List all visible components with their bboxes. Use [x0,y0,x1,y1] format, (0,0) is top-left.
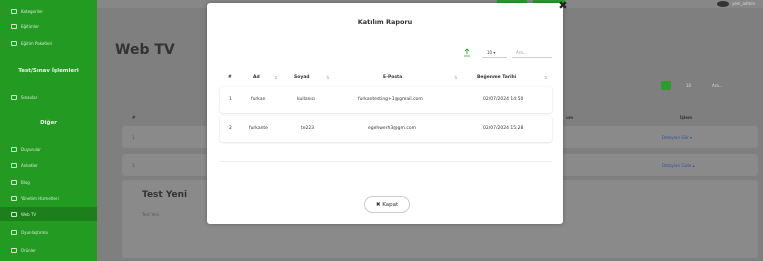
cell-soyad: te223 [301,126,315,131]
table-row: 2 furkante te223 egehwerh3@gm.com 02/07/… [220,116,552,142]
survey-icon [11,162,17,168]
bg-card-title: Test Yeni [142,190,188,200]
sidebar-item-label: Eğitim Paketleri [21,40,53,46]
bg-search[interactable]: Ara... [712,83,723,88]
table-row: 1 furkan kullanıcı furkantesting+1@gmail… [220,87,552,113]
modal-title: Katılım Raporu [357,18,413,26]
col-header-num: # [228,75,232,80]
training-icon [11,23,17,29]
blog-icon [11,179,17,185]
sidebar-section-tests: Test/Sınav İşlemleri [18,68,79,74]
search-input[interactable]: Ara... [512,48,552,58]
sidebar-item-label: Kategoriler [21,8,43,14]
sidebar-item-trainings[interactable]: Eğitimler [0,19,97,33]
sort-icon[interactable]: ⇅ [544,72,547,84]
sidebar-item-label: Yönetim Hizmetleri [21,195,59,201]
sidebar-item-announcements[interactable]: Duyurular [0,142,97,156]
sidebar-item-exams[interactable]: Sınavlar [0,90,97,104]
bg-header-um: um [566,115,574,120]
bg-header-islem: İşlem [680,115,693,120]
package-icon [11,40,17,46]
col-header-email[interactable]: E-Posta [383,72,402,84]
sidebar-item-label: Sınavlar [21,94,38,100]
sidebar-item-label: Web TV [21,211,37,217]
sort-icon[interactable]: ⇅ [326,72,329,84]
cell-soyad: kullanıcı [297,97,316,102]
sidebar-item-label: Duyurular [21,146,41,152]
cell-email: furkantesting+1@gmail.com [358,97,423,102]
sidebar-item-blog[interactable]: Blog [0,175,97,189]
avatar[interactable] [717,1,729,7]
tv-icon [11,211,17,217]
sidebar: Kategoriler Eğitimler Eğitim Paketleri T… [0,0,97,261]
category-icon [11,8,17,14]
sort-icon[interactable]: ⇅ [274,72,277,84]
cell-email: egehwerh3@gm.com [368,126,416,131]
participation-report-modal: Katılım Raporu [207,3,563,224]
management-icon [11,195,17,201]
table-header: # Ad ⇅ Soyad ⇅ E-Posta ⇅ Beğenme Tarihi … [220,72,552,84]
add-button[interactable] [661,81,671,90]
exam-icon [11,94,17,100]
game-icon [11,229,17,235]
announcement-icon [11,146,17,152]
bg-row-num: 1 [132,135,135,140]
sidebar-item-products[interactable]: Ürünler [0,243,97,257]
cell-date: 02/07/2024 14:50 [483,97,524,102]
sidebar-item-label: Oyunlaştırma [21,229,48,235]
sidebar-item-label: Blog [21,179,30,185]
cell-num: 1 [229,97,232,102]
sidebar-section-other: Diğer [40,120,57,126]
close-icon[interactable]: ✖ [557,0,569,12]
sidebar-item-packages[interactable]: Eğitim Paketleri [0,36,97,50]
col-header-soyad[interactable]: Soyad [294,72,310,84]
bg-perpage[interactable]: 10 [686,83,691,88]
close-button[interactable]: ✖ Kapat [364,196,410,213]
per-page-select[interactable]: 10 ▾ [482,48,507,58]
sidebar-item-label: Eğitimler [21,23,39,29]
sidebar-item-surveys[interactable]: Anketler [0,158,97,172]
divider [220,161,552,162]
sidebar-item-label: Anketler [21,162,38,168]
user-name[interactable]: yeni_admin [732,1,755,6]
col-header-ad[interactable]: Ad [253,72,260,84]
col-header-date[interactable]: Beğenme Tarihi [477,72,516,84]
cell-date: 02/07/2024 15:28 [483,126,524,131]
product-icon [11,247,17,253]
sidebar-item-gamification[interactable]: Oyunlaştırma [0,225,97,239]
cell-ad: furkan [251,97,266,102]
page-title: Web TV [115,42,175,58]
sidebar-item-management[interactable]: Yönetim Hizmetleri [0,191,97,205]
cell-num: 2 [229,126,232,131]
bg-row-num: 3 [132,163,135,168]
sidebar-item-label: Ürünler [21,247,36,253]
cell-ad: furkante [249,126,268,131]
sidebar-item-categories[interactable]: Kategoriler [0,4,97,18]
sidebar-item-webtv[interactable]: Web TV [0,207,97,221]
bg-row-action[interactable]: Detayları Gizle ▴ [662,163,695,168]
sort-icon[interactable]: ⇅ [454,72,457,84]
bg-row-action[interactable]: Detayları Gör ▾ [662,135,692,140]
bg-header-hash: # [132,115,136,120]
bg-card-sub: Test Yeni [142,212,160,217]
export-icon[interactable] [463,48,471,57]
